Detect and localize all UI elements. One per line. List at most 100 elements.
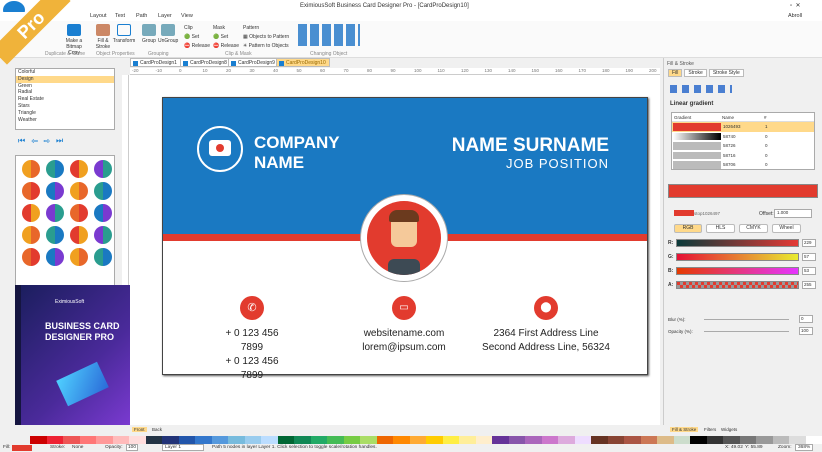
palette-swatch[interactable] [46,436,63,444]
category-list[interactable]: Colorful Design Green Radial Real Estate Star… [15,68,115,130]
tab-filters[interactable]: Filters [702,427,718,432]
menu-view[interactable]: View [181,13,193,19]
palette-swatch[interactable] [591,436,608,444]
palette-swatch[interactable] [541,436,558,444]
menu-layer[interactable]: Layer [158,13,172,19]
shape-thumbnail[interactable] [22,182,40,200]
palette-swatch[interactable] [162,436,179,444]
page-back[interactable]: Back [150,427,164,432]
palette-swatch[interactable] [327,436,344,444]
shape-thumbnail[interactable] [70,248,88,266]
palette-swatch[interactable] [96,436,113,444]
shape-thumbnail[interactable] [46,248,64,266]
mode-hls[interactable]: HLS [706,224,735,233]
mode-rgb[interactable]: RGB [674,224,702,233]
palette-swatch[interactable] [756,436,773,444]
clip-set-button[interactable]: 🟢 Set [184,33,210,42]
palette-swatch[interactable] [79,436,96,444]
palette-swatch[interactable] [393,436,410,444]
window-controls[interactable]: ▫ ✕ [790,2,801,9]
page-front[interactable]: Front [132,427,147,432]
tab-fill[interactable]: Fill [668,69,683,77]
shape-thumbnail[interactable] [70,182,88,200]
palette-swatch[interactable] [129,436,146,444]
gradient-row[interactable]: 58740 0 [672,132,814,142]
palette-swatch[interactable] [360,436,377,444]
shape-thumbnail[interactable] [94,160,112,178]
shape-thumbnail[interactable] [94,226,112,244]
category-item[interactable]: Design [16,75,114,83]
palette-swatch[interactable] [294,436,311,444]
palette-swatch[interactable] [277,436,294,444]
palette-swatch[interactable] [211,436,228,444]
changing-object-icons[interactable] [298,24,360,46]
opacity-input[interactable]: 100 [126,444,139,451]
palette-swatch[interactable] [624,436,641,444]
palette-swatch[interactable] [723,436,740,444]
palette-swatch[interactable] [244,436,261,444]
shape-thumbnail[interactable] [22,160,40,178]
shape-thumbnail[interactable] [22,248,40,266]
category-item[interactable]: Stars [16,103,114,110]
shape-thumbnail[interactable] [46,160,64,178]
gradient-row[interactable]: 1026493 1 [672,122,814,132]
channel-slider[interactable] [676,253,799,261]
tab-stroke-style[interactable]: Stroke Style [708,69,744,77]
palette-swatch[interactable] [442,436,459,444]
category-item[interactable]: Green [16,83,114,90]
mode-cmyk[interactable]: CMYK [739,224,768,233]
channel-input[interactable]: 53 [802,267,816,275]
clip-release-button[interactable]: ⛔ Release [184,42,210,51]
tab-widgets[interactable]: Widgets [719,427,739,432]
channel-input[interactable]: 229 [802,239,816,247]
channel-slider[interactable] [676,281,799,289]
palette-swatch[interactable] [343,436,360,444]
palette-swatch[interactable] [426,436,443,444]
tab-design1[interactable]: CardProDesign1 [130,58,181,67]
nav-buttons[interactable]: ⏮⇦⇨⏭ [18,136,69,146]
palette-swatch[interactable] [178,436,195,444]
palette-swatch[interactable] [640,436,657,444]
palette-swatch[interactable] [195,436,212,444]
gradient-row[interactable]: 58726 0 [672,141,814,151]
channel-slider[interactable] [676,239,799,247]
palette-swatch[interactable] [459,436,476,444]
shape-thumbnail[interactable] [22,204,40,222]
palette-swatch[interactable] [673,436,690,444]
palette-swatch[interactable] [63,436,80,444]
business-card[interactable]: COMPANY NAME NAME SURNAME JOB POSITION ✆… [162,97,648,381]
transform-button[interactable]: Transform [112,24,136,44]
palette-swatch[interactable] [657,436,674,444]
palette-swatch[interactable] [574,436,591,444]
palette-swatch[interactable] [789,436,806,444]
category-item[interactable]: Weather [16,117,114,124]
blur-input[interactable]: 0 [799,315,813,323]
offset-input[interactable]: 1.000 [774,209,812,218]
gradient-preview[interactable] [668,184,818,198]
shape-thumbnail[interactable] [94,204,112,222]
shape-thumbnail[interactable] [94,182,112,200]
category-item[interactable]: Radial [16,89,114,96]
palette-swatch[interactable] [706,436,723,444]
tab-design8[interactable]: CardProDesign8 [180,58,231,67]
palette-swatch[interactable] [145,436,162,444]
category-item[interactable]: Real Estate [16,96,114,103]
tab-stroke[interactable]: Stroke [684,69,707,77]
tab-design9[interactable]: CardProDesign9 [228,58,279,67]
channel-slider[interactable] [676,267,799,275]
shape-thumbnail[interactable] [22,226,40,244]
gradient-row[interactable]: 58706 0 [672,160,814,170]
tab-design10[interactable]: CardProDesign10 [276,58,330,67]
blur-slider[interactable] [704,319,789,320]
zoom-input[interactable]: 368% [795,444,814,451]
palette-swatch[interactable] [409,436,426,444]
color-palette[interactable] [30,436,822,444]
fill-stroke-button[interactable]: Fill & Stroke [92,24,114,50]
group-button[interactable]: Group [140,24,158,44]
gradient-row[interactable]: 58716 0 [672,151,814,161]
objects-to-pattern-button[interactable]: ▦ Objects to Pattern [243,33,289,42]
shape-thumbnail[interactable] [70,226,88,244]
palette-swatch[interactable] [228,436,245,444]
mask-set-button[interactable]: 🟢 Set [213,33,239,42]
palette-swatch[interactable] [525,436,542,444]
